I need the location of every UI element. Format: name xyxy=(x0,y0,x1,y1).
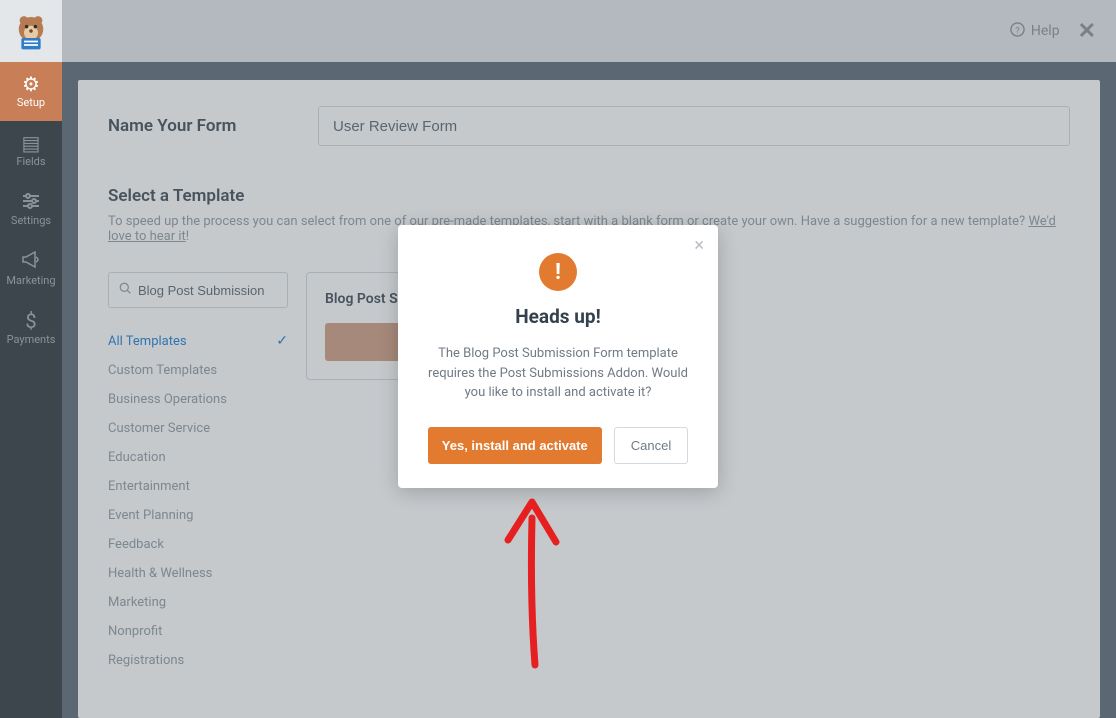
nav-settings[interactable]: Settings xyxy=(0,180,62,239)
category-label: Entertainment xyxy=(108,479,190,494)
modal-title: Heads up! xyxy=(422,305,694,328)
close-icon[interactable]: ✕ xyxy=(1078,19,1096,44)
category-label: Custom Templates xyxy=(108,363,217,378)
dollar-icon: $ xyxy=(25,311,36,331)
category-item[interactable]: Feedback xyxy=(108,530,288,559)
category-item[interactable]: Marketing xyxy=(108,588,288,617)
cancel-button[interactable]: Cancel xyxy=(614,427,688,464)
form-name-label: Name Your Form xyxy=(108,116,278,136)
category-item[interactable]: Registrations xyxy=(108,646,288,675)
form-name-input[interactable] xyxy=(318,106,1070,146)
nav-label: Fields xyxy=(16,155,45,168)
category-item[interactable]: All Templates ✓ xyxy=(108,326,288,356)
modal-text: The Blog Post Submission Form template r… xyxy=(422,344,694,403)
category-label: Customer Service xyxy=(108,421,210,436)
template-search-input[interactable] xyxy=(138,283,277,298)
category-item[interactable]: Customer Service xyxy=(108,414,288,443)
help-link[interactable]: ? Help xyxy=(1010,22,1060,41)
modal-close-icon[interactable]: × xyxy=(694,235,704,256)
nav-label: Marketing xyxy=(6,274,55,287)
warning-icon: ! xyxy=(539,253,577,291)
nav-label: Payments xyxy=(7,333,56,346)
help-label: Help xyxy=(1031,23,1060,39)
category-label: Marketing xyxy=(108,595,166,610)
nav-label: Settings xyxy=(11,214,51,227)
search-icon xyxy=(119,282,132,299)
category-item[interactable]: Custom Templates xyxy=(108,356,288,385)
template-heading: Select a Template xyxy=(108,186,1070,206)
category-item[interactable]: Nonprofit xyxy=(108,617,288,646)
confirm-install-button[interactable]: Yes, install and activate xyxy=(428,427,602,464)
app-logo xyxy=(0,0,62,62)
gear-icon: ⚙ xyxy=(22,74,40,94)
nav-marketing[interactable]: Marketing xyxy=(0,239,62,299)
category-label: All Templates xyxy=(108,334,187,349)
check-icon: ✓ xyxy=(276,333,288,349)
category-item[interactable]: Event Planning xyxy=(108,501,288,530)
category-item[interactable]: Entertainment xyxy=(108,472,288,501)
install-addon-modal: × ! Heads up! The Blog Post Submission F… xyxy=(398,225,718,488)
category-label: Registrations xyxy=(108,653,184,668)
sliders-icon xyxy=(21,192,41,212)
megaphone-icon xyxy=(21,251,41,272)
list-icon: ▤ xyxy=(22,133,41,153)
category-item[interactable]: Business Operations xyxy=(108,385,288,414)
template-search[interactable] xyxy=(108,272,288,308)
help-icon: ? xyxy=(1010,22,1025,41)
category-label: Nonprofit xyxy=(108,624,162,639)
svg-text:?: ? xyxy=(1015,25,1020,36)
category-item[interactable]: Education xyxy=(108,443,288,472)
category-label: Event Planning xyxy=(108,508,193,523)
nav-setup[interactable]: ⚙ Setup xyxy=(0,62,62,121)
category-label: Health & Wellness xyxy=(108,566,212,581)
category-label: Feedback xyxy=(108,537,164,552)
category-item[interactable]: Health & Wellness xyxy=(108,559,288,588)
nav-label: Setup xyxy=(17,96,45,109)
category-label: Education xyxy=(108,450,166,465)
category-label: Business Operations xyxy=(108,392,227,407)
nav-fields[interactable]: ▤ Fields xyxy=(0,121,62,180)
nav-payments[interactable]: $ Payments xyxy=(0,299,62,358)
